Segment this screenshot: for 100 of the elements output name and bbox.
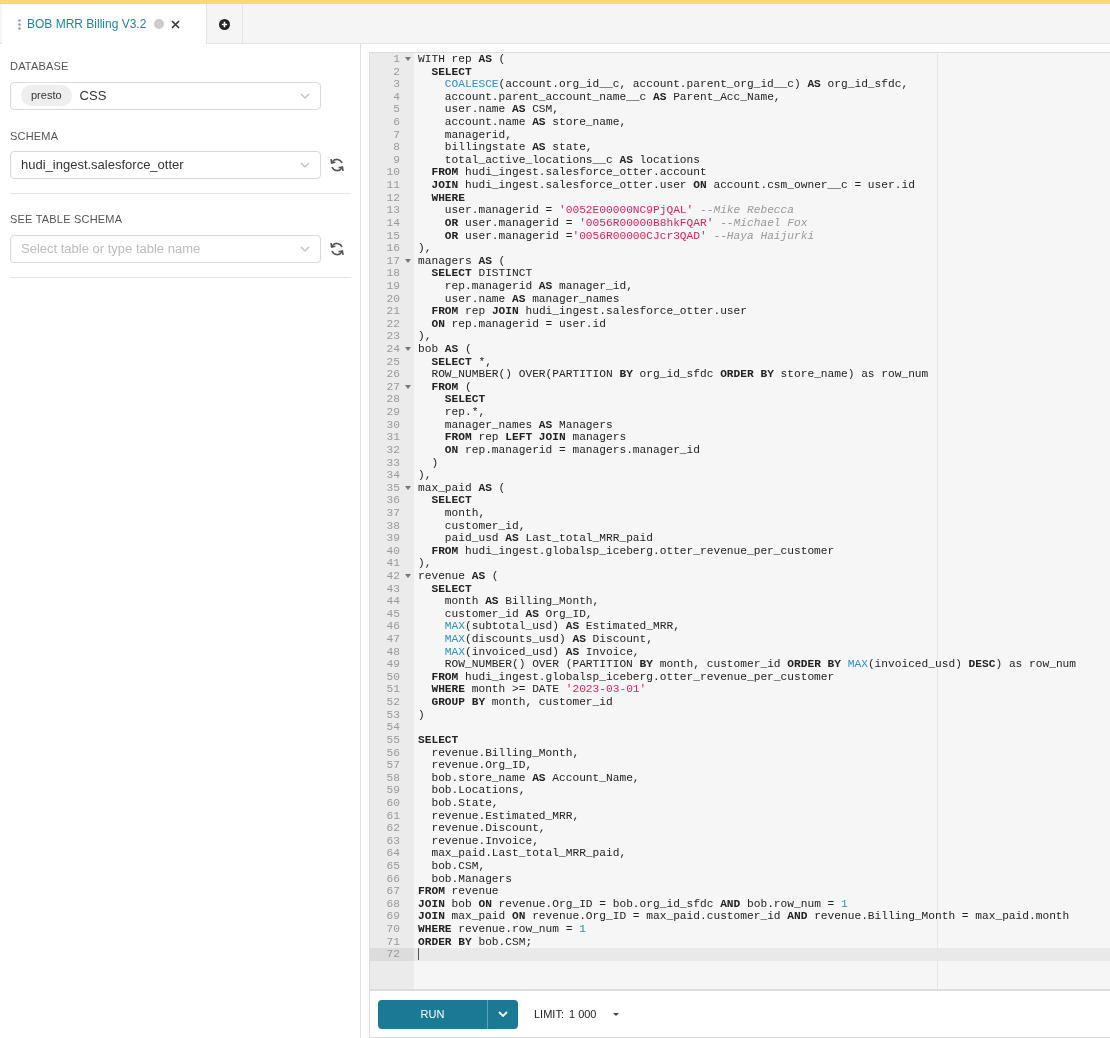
refresh-icon[interactable] <box>329 157 345 173</box>
code-line: FROM hudi_ingest.globalsp_iceberg.otter_revenue_per_customer <box>430 544 835 557</box>
line-number: 43 <box>386 582 401 596</box>
line-number: 33 <box>386 456 401 470</box>
line-number: 3 <box>393 78 401 91</box>
add-tab-icon[interactable] <box>219 18 230 30</box>
field-label: DATABASE <box>10 59 70 74</box>
line-number: 69 <box>386 910 401 924</box>
code-line: FROM rep JOIN hudi_ingest.salesforce_otter.user <box>430 305 747 318</box>
line-number: 67 <box>386 885 401 898</box>
code-editor[interactable] <box>369 52 1110 990</box>
line-number: 31 <box>386 431 401 444</box>
code-line: FROM hudi_ingest.globalsp_iceberg.otter_revenue_per_customer <box>430 670 835 683</box>
code-line: customer_id, <box>443 519 526 532</box>
line-number: 56 <box>386 746 401 760</box>
code-line: month AS Billing_Month, <box>443 595 600 608</box>
code-line: billingstate AS state, <box>443 141 593 154</box>
line-number: 6 <box>393 116 401 129</box>
fold-arrow-icon[interactable] <box>405 57 411 62</box>
code-line: MAX(discounts_usd) AS Discount, <box>443 633 653 646</box>
line-number: 60 <box>386 796 401 810</box>
fold-arrow-icon[interactable] <box>405 486 411 490</box>
line-number: 58 <box>386 771 401 785</box>
drag-handle-icon[interactable] <box>18 18 21 30</box>
code-line: bob.CSM, <box>430 860 486 872</box>
code-line: managers AS ( <box>418 254 506 267</box>
run-button[interactable]: RUN <box>378 999 487 1029</box>
caret-down-icon[interactable] <box>613 1012 620 1016</box>
code-line: FROM revenue <box>418 885 499 898</box>
line-number: 41 <box>386 557 401 570</box>
fold-arrow-icon[interactable] <box>405 385 411 390</box>
text-cursor <box>418 948 419 961</box>
code-line: revenue.Billing_Month, <box>430 746 580 759</box>
line-number: 65 <box>386 860 401 873</box>
code-line: user.name AS manager_names <box>443 292 620 305</box>
code-line: FROM rep LEFT JOIN managers <box>443 431 627 444</box>
code-line: FROM ( <box>430 380 472 393</box>
line-number: 49 <box>386 658 401 671</box>
line-number: 14 <box>386 216 401 230</box>
line-number: 7 <box>393 128 401 142</box>
close-icon[interactable] <box>171 19 180 29</box>
code-line: paid_usd AS Last_total_MRR_paid <box>443 532 653 545</box>
line-number: 40 <box>386 544 401 558</box>
code-line: user.name AS CSM, <box>443 103 559 116</box>
line-number: 51 <box>386 683 401 697</box>
code-line: SELECT <box>443 393 486 406</box>
line-number: 22 <box>386 317 401 331</box>
code-line: account.name AS store_name, <box>443 116 627 129</box>
line-number: 59 <box>386 784 401 797</box>
fold-arrow-icon[interactable] <box>405 347 411 352</box>
engine-tag: presto <box>21 85 72 106</box>
code-line: managerid, <box>443 128 512 141</box>
select-field[interactable]: presto CSS <box>10 81 321 110</box>
field-label: SEE TABLE SCHEMA <box>10 212 124 227</box>
line-number: 8 <box>393 141 401 154</box>
line-number: 15 <box>386 229 401 243</box>
code-line: COALESCE(account.org_id__c, account.parent_org_id__c) AS org_id_sfdc, <box>443 78 909 91</box>
code-line: SELECT <box>430 582 472 595</box>
line-number: 13 <box>386 204 401 217</box>
code-line: total_active_locations__c AS locations <box>443 153 700 166</box>
line-number: 30 <box>386 418 401 432</box>
code-line: max_paid.Last_total_MRR_paid, <box>430 847 627 860</box>
limit-value[interactable]: 1 000 <box>568 1005 597 1023</box>
code-line: ON rep.managerid = managers.manager_id <box>443 443 700 456</box>
code-line: ) <box>418 708 425 721</box>
line-number: 17 <box>386 254 401 268</box>
line-number: 61 <box>386 809 401 823</box>
chevron-down-icon <box>498 1011 508 1017</box>
code-line: WHERE month >= DATE '2023-03-01' <box>430 683 647 696</box>
line-number: 44 <box>386 595 401 608</box>
select-value: hudi_ingest.salesforce_otter <box>21 156 184 175</box>
fold-arrow-icon[interactable] <box>405 574 411 579</box>
code-line: max_paid AS ( <box>418 481 506 494</box>
fold-arrow-icon[interactable] <box>405 259 411 264</box>
line-number: 71 <box>386 935 401 949</box>
line-number: 48 <box>386 645 401 659</box>
code-line: ), <box>418 469 432 482</box>
line-number: 10 <box>386 166 401 180</box>
query-tab[interactable]: BOB MRR Billing V3.2 <box>2 4 207 44</box>
refresh-icon[interactable] <box>329 240 345 257</box>
code-line: SELECT *, <box>430 355 492 368</box>
select-field[interactable]: hudi_ingest.salesforce_otter <box>10 151 321 179</box>
code-line: ORDER BY bob.CSM; <box>418 935 533 948</box>
line-number: 70 <box>386 923 401 936</box>
line-number: 39 <box>386 532 401 545</box>
line-number: 35 <box>386 481 401 495</box>
code-line: ), <box>418 557 432 570</box>
code-line: SELECT <box>418 733 459 746</box>
code-line: bob.Locations, <box>430 784 526 797</box>
code-line: FROM hudi_ingest.salesforce_otter.account <box>430 166 707 179</box>
code-line: revenue.Org_ID, <box>430 759 533 772</box>
line-number: 63 <box>386 834 401 848</box>
limit-label: LIMIT: <box>534 1006 564 1022</box>
line-number: 19 <box>386 279 401 293</box>
code-line: bob.store_name AS Account_Name, <box>430 771 640 784</box>
run-options-button[interactable] <box>487 999 518 1029</box>
line-number: 72 <box>386 948 401 961</box>
line-number: 1 <box>393 53 401 66</box>
line-number: 26 <box>386 368 401 381</box>
line-number: 46 <box>386 620 401 634</box>
